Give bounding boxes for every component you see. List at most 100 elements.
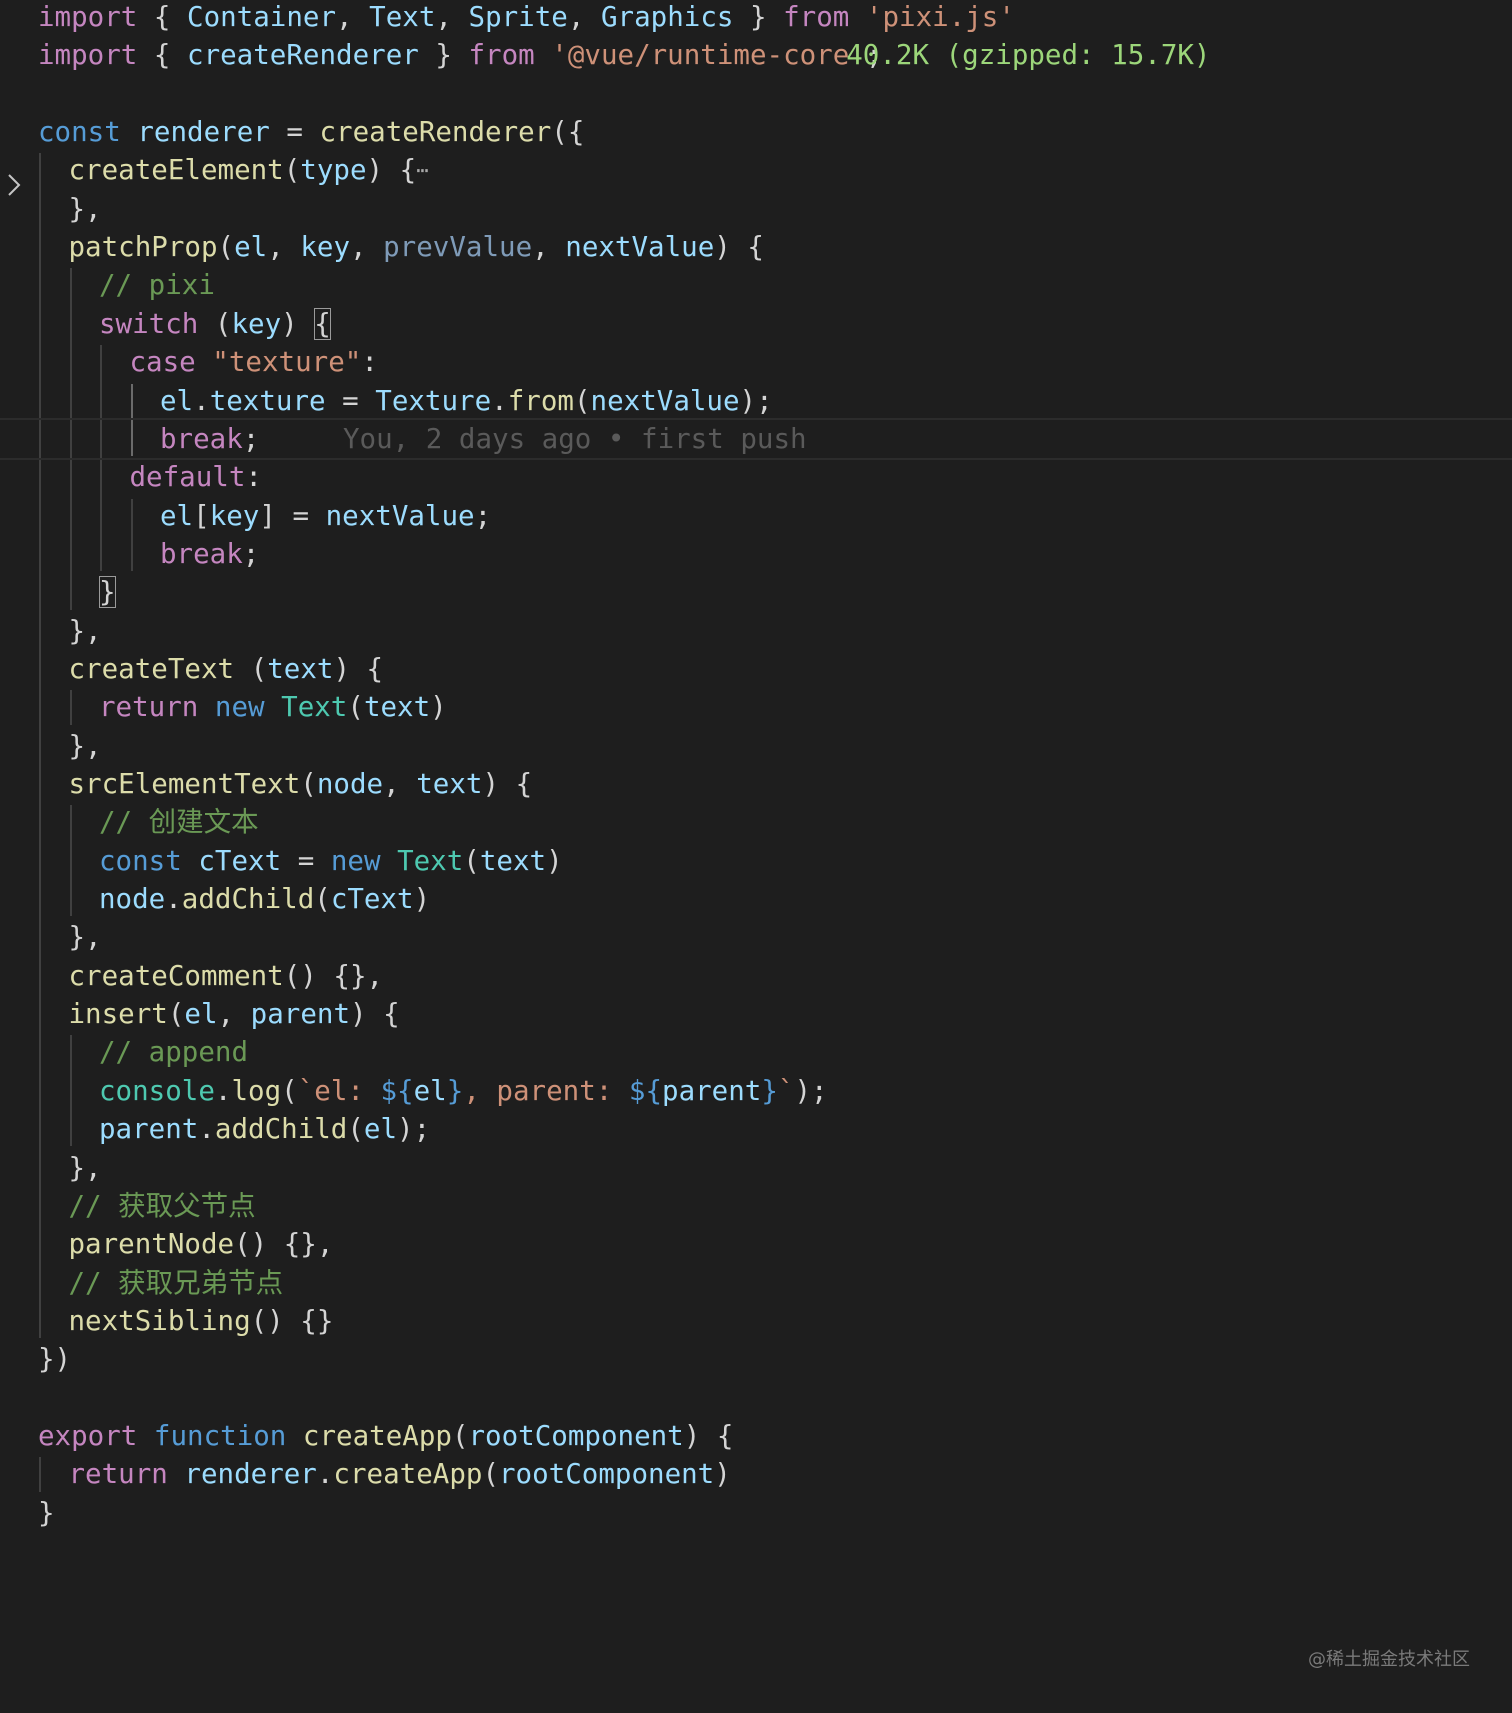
code-line[interactable]: import { Container, Text, Sprite, Graphi… — [0, 0, 1512, 38]
code-line[interactable]: import { createRenderer } from '@vue/run… — [0, 34, 1512, 76]
code-token: createComment — [68, 959, 284, 992]
code-line[interactable]: return new Text(text) — [0, 686, 1512, 728]
code-token: parent — [250, 998, 350, 1031]
code-line[interactable]: // 创建文本 — [0, 801, 1512, 843]
code-token: ) { — [683, 1419, 734, 1452]
code-token: parent — [99, 1113, 199, 1146]
code-text: break; — [160, 420, 259, 458]
code-line[interactable]: createComment() {}, — [0, 955, 1512, 997]
code-text: el[key] = nextValue; — [160, 495, 491, 537]
code-text: nextSibling() {} — [69, 1300, 334, 1342]
code-line[interactable]: }, — [0, 725, 1512, 767]
code-token: ) — [546, 844, 563, 877]
code-token: from — [468, 39, 535, 72]
code-line[interactable]: el.texture = Texture.from(nextValue); — [0, 380, 1512, 422]
code-line[interactable]: case "texture": — [0, 341, 1512, 383]
code-line[interactable]: }) — [0, 1338, 1512, 1380]
code-text: return renderer.createApp(rootComponent) — [69, 1453, 731, 1495]
code-token: Texture — [375, 384, 492, 417]
code-line[interactable]: parent.addChild(el); — [0, 1108, 1512, 1150]
code-token: parentNode — [68, 1228, 235, 1261]
code-line[interactable]: default: — [0, 456, 1512, 498]
code-token: }, — [68, 1151, 102, 1184]
code-token: prevValue — [383, 231, 533, 264]
code-token: el — [413, 1074, 447, 1107]
code-line[interactable]: // append — [0, 1031, 1512, 1073]
code-token: insert — [68, 998, 168, 1031]
code-token: : — [245, 461, 262, 494]
code-token: // 获取兄弟节点 — [68, 1266, 284, 1299]
code-text: el.texture = Texture.from(nextValue); — [160, 380, 773, 422]
code-line[interactable]: patchProp(el, key, prevValue, nextValue)… — [0, 226, 1512, 268]
code-line[interactable]: node.addChild(cText) — [0, 878, 1512, 920]
code-token: } — [38, 1496, 55, 1529]
code-line[interactable]: } — [0, 571, 1512, 613]
code-line[interactable]: el[key] = nextValue; — [0, 495, 1512, 537]
code-line[interactable]: export function createApp(rootComponent)… — [0, 1415, 1512, 1457]
code-token: nextValue — [565, 231, 715, 264]
code-token: } — [446, 1074, 464, 1107]
code-token: nextValue — [590, 384, 740, 417]
code-line[interactable]: }, — [0, 916, 1512, 958]
code-line[interactable]: insert(el, parent) { — [0, 993, 1512, 1035]
code-token: ( — [234, 652, 268, 685]
code-line[interactable]: parentNode() {}, — [0, 1223, 1512, 1265]
code-line[interactable]: }, — [0, 188, 1512, 230]
code-token: createApp — [333, 1458, 483, 1491]
code-token: , — [267, 231, 301, 264]
code-token: ) { — [482, 768, 533, 800]
code-line[interactable]: console.log(`el: ${el}, parent: ${parent… — [0, 1070, 1512, 1112]
code-line[interactable]: switch (key) { — [0, 303, 1512, 345]
code-line[interactable]: }, — [0, 1147, 1512, 1189]
code-line[interactable]: const cText = new Text(text) — [0, 840, 1512, 882]
code-line[interactable]: break; — [0, 533, 1512, 575]
code-token: ${ — [380, 1074, 414, 1107]
code-line[interactable]: // 获取兄弟节点 — [0, 1262, 1512, 1304]
code-token: from — [783, 1, 850, 33]
folded-code-marker[interactable]: ⋯ — [416, 158, 428, 182]
code-text: parent.addChild(el); — [99, 1108, 430, 1150]
code-text: createElement(type) {⋯ — [69, 149, 429, 191]
code-line[interactable]: return renderer.createApp(rootComponent) — [0, 1453, 1512, 1495]
code-token: Text — [397, 844, 464, 877]
code-line-current[interactable]: break; You, 2 days ago • first push — [0, 417, 1512, 460]
code-token: text — [479, 844, 547, 877]
code-text: case "texture": — [130, 341, 378, 383]
code-editor[interactable]: import { Container, Text, Sprite, Graphi… — [0, 0, 1512, 1713]
code-token: , — [350, 231, 384, 264]
code-line[interactable]: nextSibling() {} — [0, 1300, 1512, 1342]
code-line[interactable]: const renderer = createRenderer({ — [0, 111, 1512, 153]
code-token: } — [761, 1074, 778, 1107]
code-token: node — [316, 768, 384, 800]
code-token: ; — [474, 499, 492, 532]
code-token: return — [68, 1458, 168, 1491]
code-line[interactable]: createElement(type) {⋯ — [0, 149, 1512, 191]
code-line[interactable] — [0, 73, 1512, 115]
code-token: ( — [314, 883, 331, 916]
code-token: ( — [283, 154, 301, 187]
code-token: () {}, — [234, 1228, 334, 1261]
code-token: parent — [662, 1074, 762, 1107]
code-token: cText — [198, 844, 282, 877]
code-token: log — [231, 1074, 282, 1107]
code-line[interactable]: createText (text) { — [0, 648, 1512, 690]
code-line[interactable] — [0, 1377, 1512, 1419]
code-line[interactable]: // pixi — [0, 264, 1512, 306]
code-token: key — [209, 499, 260, 532]
code-line[interactable]: } — [0, 1492, 1512, 1534]
code-token: // append — [99, 1036, 249, 1069]
code-token: : — [361, 346, 378, 379]
code-token: from — [507, 384, 574, 417]
code-token: new — [330, 844, 381, 877]
code-token: , — [532, 231, 566, 264]
code-line[interactable]: }, — [0, 610, 1512, 652]
code-line[interactable]: // 获取父节点 — [0, 1185, 1512, 1227]
code-token: export — [38, 1419, 138, 1452]
code-token: ; — [242, 422, 260, 455]
code-line[interactable]: srcElementText(node, text) { — [0, 763, 1512, 805]
code-token: nextSibling — [68, 1304, 251, 1337]
